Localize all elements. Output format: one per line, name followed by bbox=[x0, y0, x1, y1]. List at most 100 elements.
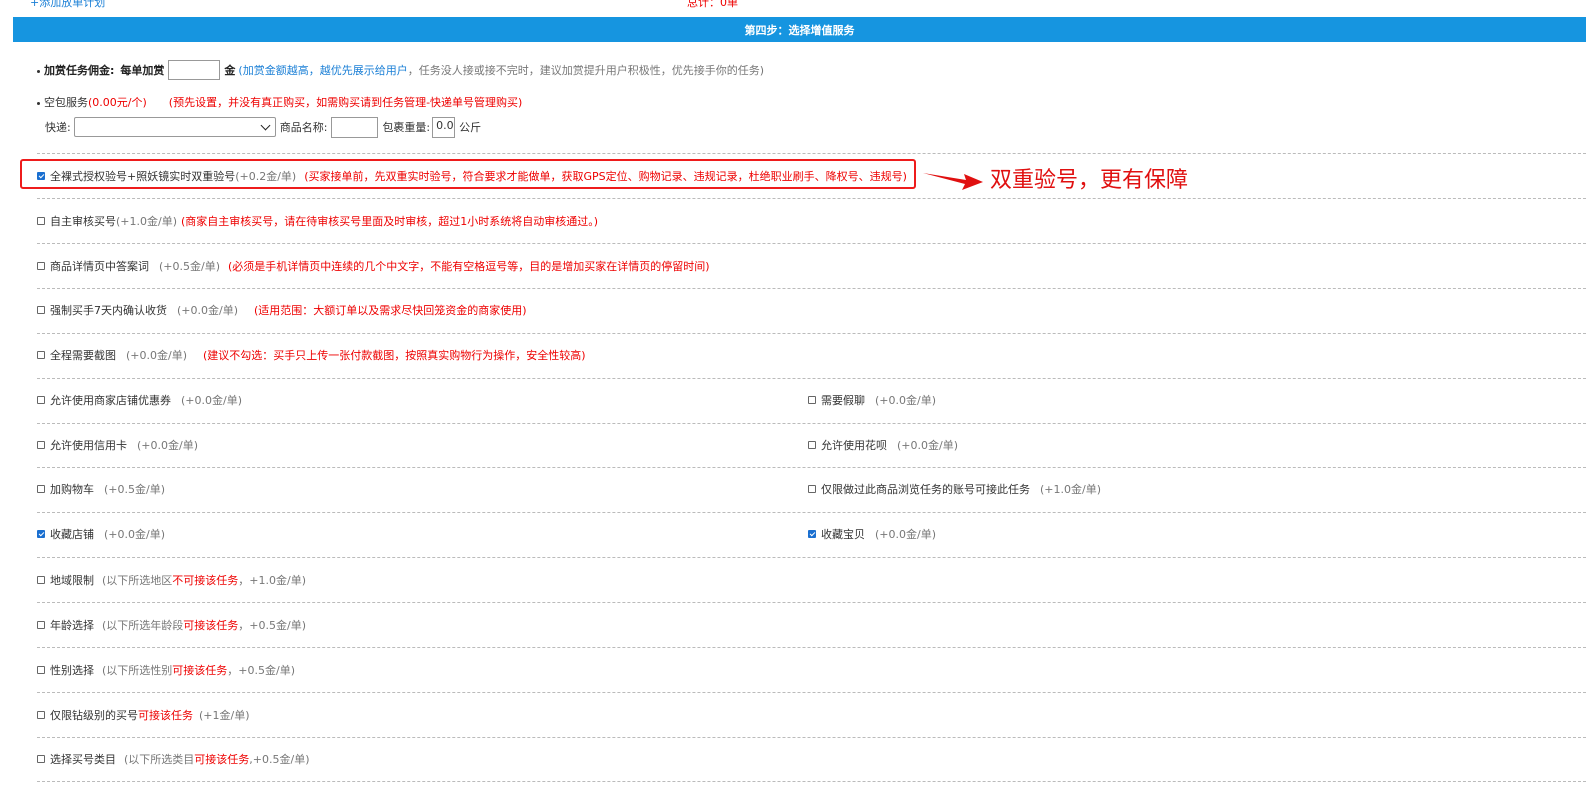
option-price: (+0.0金/单) bbox=[181, 394, 242, 407]
courier-label: 快递: bbox=[45, 121, 71, 134]
option-label[interactable]: 加购物车 bbox=[50, 481, 94, 497]
empty-package-row: 空包服务 (0.00元/个) (预先设置，并没有真正购买，如需购买请到任务管理-… bbox=[37, 94, 522, 110]
top-strip: +添加放单计划 总计：0单 bbox=[0, 0, 1586, 10]
total-count: 总计：0单 bbox=[687, 0, 738, 9]
divider bbox=[37, 378, 1586, 379]
shop-coupon-checkbox[interactable] bbox=[37, 396, 45, 404]
option-label[interactable]: 地域限制 bbox=[50, 572, 94, 588]
divider bbox=[37, 153, 1586, 154]
option-label[interactable]: 收藏宝贝 bbox=[821, 526, 865, 542]
option-add-cart: 加购物车 (+0.5金/单) bbox=[37, 481, 165, 497]
reward-hint-blue: (加赏金额越高，越优先展示给用户 bbox=[238, 64, 408, 77]
weight-label: 包裹重量: bbox=[382, 121, 431, 134]
option-label[interactable]: 允许使用商家店铺优惠券 bbox=[50, 392, 171, 408]
option-label[interactable]: 全程需要截图 bbox=[50, 347, 116, 363]
add-plan-link[interactable]: +添加放单计划 bbox=[30, 0, 105, 10]
option-label[interactable]: 允许使用花呗 bbox=[821, 437, 887, 453]
empty-package-note: (预先设置，并没有真正购买，如需购买请到任务管理-快递单号管理购买) bbox=[168, 96, 523, 109]
option-label[interactable]: 选择买号类目 bbox=[50, 751, 116, 767]
add-cart-checkbox[interactable] bbox=[37, 485, 45, 493]
force-confirm-checkbox[interactable] bbox=[37, 306, 45, 314]
option-price: (+0.5金/单) bbox=[104, 483, 165, 496]
option-region: 地域限制 (以下所选地区 不可接该任务 ，+1.0金/单) bbox=[37, 572, 306, 588]
option-label[interactable]: 允许使用信用卡 bbox=[50, 437, 127, 453]
divider bbox=[37, 333, 1586, 334]
option-credit-card: 允许使用信用卡 (+0.0金/单) bbox=[37, 437, 198, 453]
fav-shop-checkbox[interactable] bbox=[37, 530, 45, 538]
option-note: (商家自主审核买号，请在待审核买号里面及时审核，超过1小时系统将自动审核通过。) bbox=[181, 215, 599, 228]
option-force-confirm: 强制买手7天内确认收货 (+0.0金/单) (适用范围：大额订单以及需求尽快回笼… bbox=[37, 302, 527, 318]
reward-row: 加赏任务佣金: 每单加赏 金 (加赏金额越高，越优先展示给用户 ，任务没人接或接… bbox=[37, 60, 764, 80]
gender-checkbox[interactable] bbox=[37, 666, 45, 674]
courier-select[interactable] bbox=[73, 117, 276, 137]
chevron-down-icon bbox=[260, 120, 271, 131]
divider bbox=[37, 737, 1586, 738]
browse-only-checkbox[interactable] bbox=[808, 485, 816, 493]
divider bbox=[37, 288, 1586, 289]
empty-package-price: (0.00元/个) bbox=[88, 96, 147, 109]
age-checkbox[interactable] bbox=[37, 621, 45, 629]
option-note-post: ，+1.0金/单) bbox=[238, 574, 307, 587]
option-diamond: 仅限钻级别的买号 可接该任务 (+1金/单) bbox=[37, 707, 250, 723]
product-name-input[interactable] bbox=[331, 116, 379, 138]
option-note-pre: (以下所选年龄段 bbox=[102, 619, 184, 632]
huabei-checkbox[interactable] bbox=[808, 441, 816, 449]
option-price: (+0.0金/单) bbox=[875, 394, 936, 407]
option-label[interactable]: 收藏店铺 bbox=[50, 526, 94, 542]
option-note-pre: (以下所选类目 bbox=[124, 753, 195, 766]
option-note-emphasis: 可接该任务 bbox=[138, 709, 193, 722]
region-checkbox[interactable] bbox=[37, 576, 45, 584]
option-screenshot: 全程需要截图 (+0.0金/单) (建议不勾选：买手只上传一张付款截图，按照真实… bbox=[37, 347, 586, 363]
credit-card-checkbox[interactable] bbox=[37, 441, 45, 449]
option-note-post: ,+0.5金/单) bbox=[249, 753, 310, 766]
option-price: (+0.0金/单) bbox=[137, 439, 198, 452]
callout-text: 双重验号，更有保障 bbox=[990, 168, 1189, 193]
reward-amount-input[interactable] bbox=[168, 60, 221, 80]
option-label[interactable]: 仅限做过此商品浏览任务的账号可接此任务 bbox=[821, 481, 1030, 497]
option-note-emphasis: 可接该任务 bbox=[183, 619, 239, 632]
empty-package-label: 空包服务 bbox=[44, 96, 88, 109]
option-price: (+0.0金/单) bbox=[104, 528, 165, 541]
weight-input[interactable]: 0.0 bbox=[432, 116, 456, 138]
weight-unit: 公斤 bbox=[459, 121, 482, 134]
highlight-frame bbox=[20, 159, 916, 189]
option-label[interactable]: 强制买手7天内确认收货 bbox=[50, 302, 167, 318]
option-label[interactable]: 性别选择 bbox=[50, 662, 94, 678]
bullet bbox=[37, 101, 40, 105]
option-price: (+0.5金/单) bbox=[159, 260, 220, 273]
option-price: (+0.0金/单) bbox=[126, 349, 187, 362]
option-answer-keyword: 商品详情页中答案词 (+0.5金/单) (必须是手机详情页中连续的几个中文字，不… bbox=[37, 258, 710, 274]
divider bbox=[37, 512, 1586, 513]
option-price: (+1.0金/单) bbox=[1040, 483, 1101, 496]
answer-keyword-checkbox[interactable] bbox=[37, 262, 45, 270]
option-note-emphasis: 可接该任务 bbox=[172, 664, 228, 677]
reward-unit: 金 bbox=[224, 64, 236, 77]
per-order-label: 每单加赏 bbox=[120, 64, 165, 77]
reward-label: 加赏任务佣金: bbox=[44, 64, 115, 77]
reward-hint-gray: ，任务没人接或接不完时，建议加赏提升用户积极性，优先接手你的任务) bbox=[407, 64, 764, 77]
option-label[interactable]: 自主审核买号 bbox=[50, 213, 116, 229]
option-label[interactable]: 仅限钻级别的买号 bbox=[50, 707, 138, 723]
diamond-checkbox[interactable] bbox=[37, 711, 45, 719]
empty-package-fields: 快递: 商品名称: 包裹重量: 0.0 公斤 bbox=[45, 116, 481, 138]
option-price: (+0.0金/单) bbox=[897, 439, 958, 452]
product-name-label: 商品名称: bbox=[279, 121, 328, 134]
fake-chat-checkbox[interactable] bbox=[808, 396, 816, 404]
option-category: 选择买号类目 (以下所选类目 可接该任务 ,+0.5金/单) bbox=[37, 751, 310, 767]
option-label[interactable]: 年龄选择 bbox=[50, 617, 94, 633]
category-checkbox[interactable] bbox=[37, 755, 45, 763]
self-review-checkbox[interactable] bbox=[37, 217, 45, 225]
fav-item-checkbox[interactable] bbox=[808, 530, 816, 538]
option-gender: 性别选择 (以下所选性别 可接该任务 ，+0.5金/单) bbox=[37, 662, 295, 678]
option-note-pre: (以下所选性别 bbox=[102, 664, 173, 677]
option-note-post: ，+0.5金/单) bbox=[238, 619, 307, 632]
screenshot-checkbox[interactable] bbox=[37, 351, 45, 359]
option-label[interactable]: 需要假聊 bbox=[821, 392, 865, 408]
option-label[interactable]: 商品详情页中答案词 bbox=[50, 258, 149, 274]
option-note-post: ，+0.5金/单) bbox=[227, 664, 296, 677]
option-fav-shop: 收藏店铺 (+0.0金/单) bbox=[37, 526, 165, 542]
divider bbox=[37, 557, 1586, 558]
divider bbox=[37, 423, 1586, 424]
divider bbox=[37, 692, 1586, 693]
divider bbox=[37, 198, 1586, 199]
